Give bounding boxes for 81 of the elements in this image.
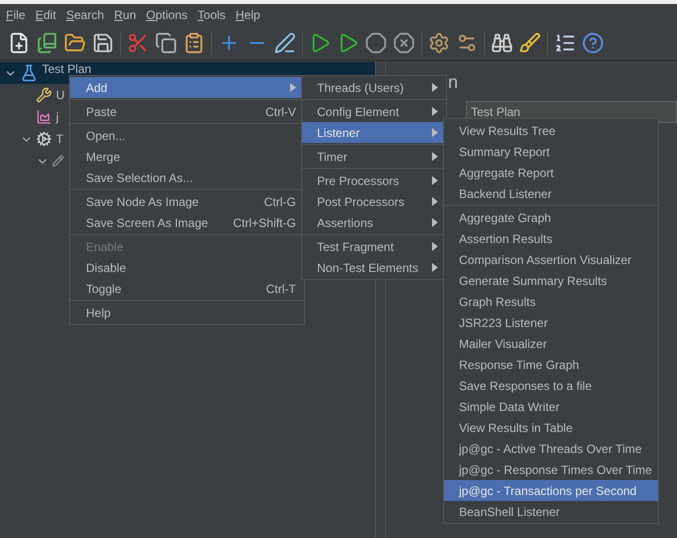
menu-item[interactable]: View Results in Table bbox=[444, 417, 658, 438]
menu-item[interactable]: Non-Test Elements bbox=[302, 257, 446, 278]
list-icon[interactable] bbox=[554, 32, 576, 54]
panel-title: n bbox=[448, 71, 460, 93]
submenu-arrow-icon bbox=[432, 152, 438, 161]
submenu-arrow-icon bbox=[432, 128, 438, 137]
submenu-arrow-icon bbox=[432, 218, 438, 227]
scissors-icon[interactable] bbox=[127, 32, 149, 54]
menu-item[interactable]: Aggregate Graph bbox=[444, 207, 658, 228]
tree-node-label[interactable]: Test Plan bbox=[42, 63, 92, 76]
menu-bar-item[interactable]: Help bbox=[236, 6, 260, 24]
menu-item[interactable]: Merge bbox=[70, 146, 304, 167]
menu-item[interactable]: BeanShell Listener bbox=[444, 501, 658, 522]
menu-item[interactable]: Help bbox=[70, 302, 304, 323]
stop-icon[interactable] bbox=[365, 32, 387, 54]
menu-item[interactable]: Open... bbox=[70, 125, 304, 146]
submenu-arrow-icon bbox=[432, 197, 438, 206]
menu-item[interactable]: Aggregate Report bbox=[444, 162, 658, 183]
submenu-arrow-icon bbox=[432, 107, 438, 116]
tree-node-label[interactable]: U bbox=[56, 86, 65, 104]
menu-item[interactable]: Listener bbox=[302, 122, 446, 143]
menu-item[interactable]: Generate Summary Results bbox=[444, 270, 658, 291]
menu-item[interactable]: Comparison Assertion Visualizer bbox=[444, 249, 658, 270]
menu-bar-item[interactable]: Options bbox=[146, 6, 188, 24]
flask-icon bbox=[20, 64, 38, 82]
menu-item[interactable]: Paste Ctrl-V bbox=[70, 101, 304, 122]
submenu-arrow-icon bbox=[432, 263, 438, 272]
binoculars-icon[interactable] bbox=[491, 32, 513, 54]
tree-node-label[interactable]: j bbox=[56, 108, 59, 126]
menu-item[interactable]: Pre Processors bbox=[302, 170, 446, 191]
submenu-arrow-icon bbox=[290, 83, 296, 92]
pen-icon[interactable] bbox=[274, 32, 296, 54]
shortcut-text: Ctrl-T bbox=[266, 280, 296, 298]
menu-item[interactable]: jp@gc - Transactions per Second bbox=[444, 480, 658, 501]
menu-bar-item[interactable]: Tools bbox=[198, 6, 226, 24]
shortcut-text: Ctrl-G bbox=[264, 194, 296, 210]
menu-bar-item[interactable]: Edit bbox=[35, 6, 56, 24]
menu-item[interactable]: Config Element bbox=[302, 101, 446, 122]
menu-item[interactable]: Assertion Results bbox=[444, 228, 658, 249]
menu-bar-item[interactable]: Search bbox=[66, 6, 104, 24]
menu-item[interactable]: Save Screen As Image Ctrl+Shift-G bbox=[70, 212, 304, 233]
clipboard-icon[interactable] bbox=[183, 32, 205, 54]
menu-item[interactable]: Toggle Ctrl-T bbox=[70, 278, 304, 299]
menu-item[interactable]: Mailer Visualizer bbox=[444, 333, 658, 354]
menu-item[interactable]: Graph Results bbox=[444, 291, 658, 312]
help-icon[interactable] bbox=[582, 32, 604, 54]
new-file-icon[interactable] bbox=[8, 32, 30, 54]
menu-item[interactable]: Backend Listener bbox=[444, 183, 658, 204]
folder-icon[interactable] bbox=[64, 32, 86, 54]
submenu-arrow-icon bbox=[432, 83, 438, 92]
menu-item[interactable]: JSR223 Listener bbox=[444, 312, 658, 333]
chart-icon bbox=[36, 109, 52, 125]
menu-item[interactable]: Save Node As Image Ctrl-G bbox=[70, 191, 304, 212]
submenu-arrow-icon bbox=[432, 176, 438, 185]
menu-item[interactable]: Response Time Graph bbox=[444, 354, 658, 375]
menu-item[interactable]: Assertions bbox=[302, 212, 446, 233]
menu-item[interactable]: Save Selection As... bbox=[70, 167, 304, 188]
menu-item[interactable]: Timer bbox=[302, 146, 446, 167]
menu-item[interactable]: Post Processors bbox=[302, 191, 446, 212]
menu-item[interactable]: View Results Tree bbox=[444, 120, 658, 141]
tree-node-label[interactable]: T bbox=[56, 130, 64, 148]
broom-icon[interactable] bbox=[519, 32, 541, 54]
menu-item[interactable]: Disable bbox=[70, 257, 304, 278]
pencil-icon bbox=[52, 155, 64, 167]
menu-item[interactable]: Simple Data Writer bbox=[444, 396, 658, 417]
menu-bar-item[interactable]: File bbox=[6, 6, 26, 24]
menu-item[interactable]: jp@gc - Active Threads Over Time bbox=[444, 438, 658, 459]
submenu-arrow-icon bbox=[432, 242, 438, 251]
wrench-icon bbox=[36, 87, 52, 103]
octagon-x-icon[interactable] bbox=[393, 32, 415, 54]
book-icon[interactable] bbox=[36, 32, 58, 54]
menu-item[interactable]: Summary Report bbox=[444, 141, 658, 162]
save-icon[interactable] bbox=[92, 32, 114, 54]
shortcut-text: Ctrl+Shift-G bbox=[232, 214, 296, 232]
copy-icon[interactable] bbox=[155, 32, 177, 54]
menu-item[interactable]: Test Fragment bbox=[302, 236, 446, 257]
shortcut-text: Ctrl-V bbox=[265, 104, 296, 120]
menu-item[interactable]: jp@gc - Response Times Over Time bbox=[444, 459, 658, 480]
menu-bar-item[interactable]: Run bbox=[114, 6, 136, 24]
menu-item[interactable]: Save Responses to a file bbox=[444, 375, 658, 396]
menu-item[interactable]: Add bbox=[70, 77, 304, 98]
